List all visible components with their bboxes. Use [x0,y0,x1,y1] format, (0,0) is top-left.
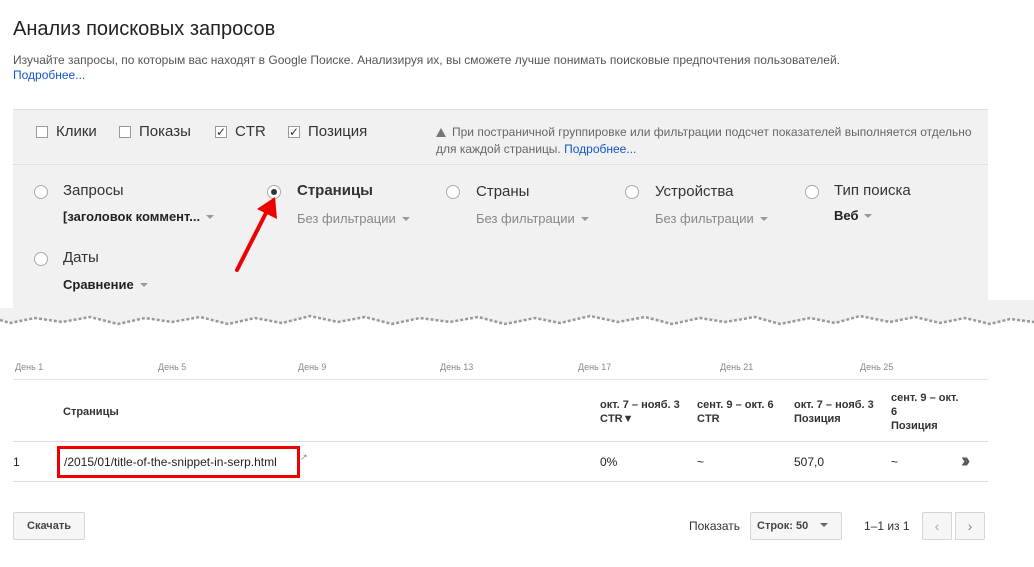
radio-icon[interactable] [805,185,819,199]
grouping-note: При постраничной группировке или фильтра… [436,124,976,158]
radio-icon[interactable] [34,185,48,199]
download-button[interactable]: Скачать [13,512,85,540]
metric-clicks-checkbox[interactable]: Клики [36,123,97,140]
dimension-label: Устройства [655,183,734,200]
rows-per-page-select[interactable]: Строк: 50 [750,512,842,540]
note-text: При постраничной группировке или фильтра… [436,125,972,156]
table-header: Страницы окт. 7 – нояб. 3 CTR▼ сент. 9 –… [13,390,988,442]
column-header-position-previous[interactable]: сент. 9 – окт. 6 Позиция [891,391,961,433]
radio-icon[interactable] [34,252,48,266]
metric-ctr-checkbox[interactable]: ✓ CTR [215,123,266,140]
pagination-range: 1–1 из 1 [864,519,910,533]
row-index: 1 [13,455,20,469]
rows-per-page-value: Строк: 50 [757,520,809,532]
axis-tick-label: День 21 [720,362,754,372]
column-period: сент. 9 – окт. 6 [697,399,774,411]
chevron-down-icon [864,214,873,218]
column-header-position-current[interactable]: окт. 7 – нояб. 3 Позиция [794,398,889,426]
dimension-label: Запросы [63,182,124,199]
column-header-pages[interactable]: Страницы [63,405,119,419]
dimension-filter-value: Веб [834,208,859,223]
dimension-filter-value: Сравнение [63,277,134,292]
dimension-filter-dropdown[interactable]: Без фильтрации [297,211,410,226]
column-period: окт. 7 – нояб. 3 [600,399,680,411]
page-url-link[interactable]: /2015/01/title-of-the-snippet-in-serp.ht… [57,446,300,478]
description-text: Изучайте запросы, по которым вас находят… [13,53,840,67]
axis-tick-label: День 25 [860,362,894,372]
metric-label: Клики [56,123,97,140]
page-description: Изучайте запросы, по которым вас находят… [13,53,973,83]
external-link-icon[interactable]: ↗ [300,452,308,463]
filter-panel: Клики Показы ✓ CTR ✓ Позиция При постран… [13,109,988,309]
dimension-filter-dropdown[interactable]: Веб [834,208,873,223]
axis-tick-label: День 1 [15,362,44,372]
show-label: Показать [689,519,741,533]
ctr-current-value: 0% [600,455,618,469]
dimension-label: Даты [63,249,99,266]
checkbox-checked-icon[interactable]: ✓ [288,125,300,138]
metrics-row: Клики Показы ✓ CTR ✓ Позиция При постран… [13,110,988,165]
chevron-down-icon [206,215,215,219]
checkbox-checked-icon[interactable]: ✓ [215,125,227,138]
axis-tick-label: День 5 [158,362,187,372]
position-previous-value: ~ [891,455,899,469]
chevron-down-icon [580,217,589,221]
previous-page-button[interactable]: ‹ [922,512,952,540]
checkbox-icon[interactable] [36,125,48,138]
metric-impressions-checkbox[interactable]: Показы [119,123,191,140]
dimension-filter-value: Без фильтрации [655,211,754,226]
radio-icon[interactable] [446,185,460,199]
metric-label: Позиция [308,123,368,140]
column-metric: CTR▼ [600,413,634,425]
metric-position-checkbox[interactable]: ✓ Позиция [288,123,367,140]
dimension-filter-dropdown[interactable]: Сравнение [63,277,148,292]
column-metric: CTR [697,413,720,425]
dimension-label: Страны [476,183,530,200]
dimension-filter-value: Без фильтрации [297,211,396,226]
dimension-label: Тип поиска [834,182,911,199]
column-header-ctr-current[interactable]: окт. 7 – нояб. 3 CTR▼ [600,398,695,426]
warning-icon [436,128,446,137]
position-current-value: 507,0 [794,455,825,469]
dimension-filter-dropdown[interactable]: [заголовок коммент... [63,209,215,224]
dimension-filter-value: Без фильтрации [476,211,575,226]
learn-more-link[interactable]: Подробнее... [13,68,85,82]
ctr-previous-value: ~ [697,455,705,469]
axis-tick-label: День 17 [578,362,612,372]
metric-label: CTR [235,123,266,140]
radio-icon[interactable] [625,185,639,199]
annotation-arrow-icon [235,197,277,272]
axis-tick-label: День 13 [440,362,474,372]
checkbox-icon[interactable] [119,125,131,138]
dimension-label: Страницы [297,182,373,199]
torn-edge-divider [0,300,1034,326]
column-metric: Позиция [891,420,938,432]
note-learn-more-link[interactable]: Подробнее... [564,142,636,156]
double-chevron-right-icon[interactable]: ›› [961,450,971,473]
dimension-filter-dropdown[interactable]: Без фильтрации [655,211,768,226]
table-row[interactable]: 1 /2015/01/title-of-the-snippet-in-serp.… [13,443,988,482]
chart-axis-line [13,379,988,380]
metric-label: Показы [139,123,191,140]
dimension-filter-value: [заголовок коммент... [63,209,201,224]
dimension-filter-dropdown[interactable]: Без фильтрации [476,211,589,226]
column-metric: Позиция [794,413,841,425]
chevron-down-icon [139,283,148,287]
chevron-down-icon [759,217,768,221]
chevron-down-icon [401,217,410,221]
next-page-button[interactable]: › [955,512,985,540]
axis-tick-label: День 9 [298,362,327,372]
column-period: сент. 9 – окт. 6 [891,392,959,418]
chevron-down-icon [820,523,829,527]
column-header-ctr-previous[interactable]: сент. 9 – окт. 6 CTR [697,398,792,426]
page-title: Анализ поисковых запросов [13,18,276,40]
column-period: окт. 7 – нояб. 3 [794,399,874,411]
